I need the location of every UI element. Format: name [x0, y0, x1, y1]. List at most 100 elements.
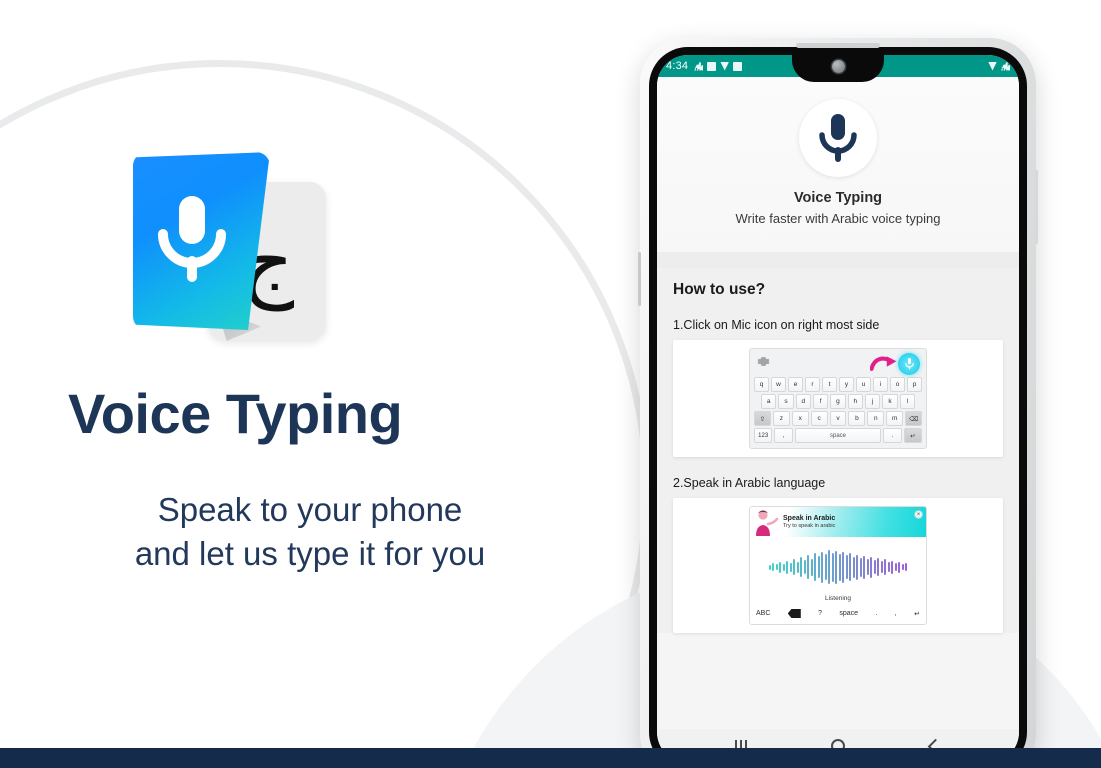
waveform-bar	[796, 561, 799, 573]
key[interactable]: a	[761, 394, 777, 409]
key[interactable]: k	[882, 394, 898, 409]
key[interactable]: e	[788, 377, 803, 392]
key[interactable]: s	[778, 394, 794, 409]
key[interactable]: i	[873, 377, 888, 392]
waveform-bar	[775, 564, 778, 570]
waveform-bar	[831, 552, 834, 582]
page-title: Voice Typing	[68, 382, 403, 445]
key[interactable]: x	[791, 411, 809, 426]
numbers-key[interactable]: 123	[754, 428, 773, 443]
key[interactable]: y	[839, 377, 854, 392]
question-key[interactable]: ?	[818, 610, 822, 617]
how-to-use-title: How to use?	[673, 281, 766, 298]
waveform-bar	[887, 562, 890, 572]
mic-button[interactable]	[799, 99, 877, 177]
waveform-bar	[817, 556, 820, 578]
waveform-bar	[845, 555, 848, 579]
waveform-bar	[884, 559, 887, 575]
step-1-label: 1.Click on Mic icon on right most side	[673, 318, 880, 332]
space-key[interactable]: space	[839, 610, 858, 617]
key[interactable]: z	[772, 411, 790, 426]
sim-icon	[707, 61, 717, 71]
backspace-key[interactable]	[787, 609, 801, 618]
waveform-bar	[779, 561, 782, 573]
period-key[interactable]: .	[883, 428, 902, 443]
key[interactable]: l	[899, 394, 915, 409]
keyboard-mic-button[interactable]	[898, 353, 920, 375]
waveform-bar	[870, 556, 873, 578]
space-key[interactable]: space	[794, 428, 882, 443]
status-bar-left-icons	[694, 61, 743, 71]
key[interactable]: q	[754, 377, 769, 392]
footer-bar	[0, 748, 1101, 768]
page-subtitle-line2: and let us type it for you	[134, 534, 486, 572]
key[interactable]: n	[867, 411, 885, 426]
enter-key[interactable]: ↵	[914, 610, 920, 618]
section-divider	[657, 252, 1019, 268]
front-camera-icon	[831, 60, 845, 73]
keyboard-row-4: 123 , space . ↵	[754, 428, 922, 443]
key[interactable]: c	[810, 411, 828, 426]
key[interactable]: u	[856, 377, 871, 392]
signal-bars-icon	[694, 62, 704, 71]
speak-banner-subtitle: Try to speak in arabic	[783, 523, 836, 529]
waveform-bar	[849, 553, 852, 581]
enter-key[interactable]: ↵	[903, 428, 922, 443]
keyboard-row-3: ⇧ z x c v b n m ⌫	[754, 411, 923, 426]
backspace-key[interactable]: ⌫	[905, 411, 923, 426]
waveform-bar	[814, 553, 817, 581]
microphone-icon	[158, 196, 226, 282]
waveform-bar	[852, 556, 855, 578]
key[interactable]: w	[771, 377, 786, 392]
more-icon	[733, 61, 743, 71]
key[interactable]: j	[864, 394, 881, 409]
waveform-bar	[838, 553, 841, 581]
app-subtitle: Write faster with Arabic voice typing	[735, 211, 941, 226]
key[interactable]: b	[848, 411, 866, 426]
speak-bottom-keys: ABC ? space . , ↵	[750, 602, 926, 624]
abc-key[interactable]: ABC	[756, 610, 770, 617]
waveform-bar	[821, 551, 824, 583]
waveform-bar	[842, 551, 845, 583]
battery-icon	[1001, 62, 1010, 71]
waveform-bar	[772, 563, 775, 571]
step-1-image: q w e r t y u i o p a s d f g h j k l ⇧ …	[673, 340, 1003, 457]
listening-status: Listening	[824, 595, 852, 602]
waveform-bar	[873, 560, 876, 574]
waveform-bar	[901, 564, 904, 570]
key[interactable]: v	[829, 411, 847, 426]
phone-mockup: 4:34 Voice Typing Write faster with Arab…	[638, 38, 1038, 768]
keyboard-toolbar	[754, 353, 922, 375]
comma-key[interactable]: ,	[774, 428, 793, 443]
waveform-bar	[824, 554, 827, 580]
settings-gear-icon[interactable]	[757, 355, 770, 368]
keyboard-row-2: a s d f g h j k l	[754, 394, 922, 409]
key[interactable]: h	[847, 394, 863, 409]
key[interactable]: o	[890, 377, 905, 392]
play-icon	[720, 61, 730, 71]
waveform-bar	[768, 564, 771, 570]
key[interactable]: d	[795, 394, 811, 409]
phone-side-button[interactable]	[638, 252, 641, 306]
app-header: Voice Typing Write faster with Arabic vo…	[657, 77, 1019, 252]
app-icon: ج	[133, 152, 328, 344]
phone-volume-button[interactable]	[1035, 170, 1038, 244]
key[interactable]: t	[822, 377, 837, 392]
comma-key[interactable]: ,	[895, 610, 897, 617]
audio-waveform	[750, 547, 926, 587]
phone-notch	[792, 55, 884, 82]
mic-icon	[904, 358, 914, 370]
waveform-bar	[898, 561, 901, 573]
key[interactable]: p	[907, 377, 922, 392]
key[interactable]: f	[813, 394, 829, 409]
page-subtitle-line1: Speak to your phone	[157, 491, 463, 528]
speak-mock: Speak in Arabic Try to speak in arabic ×…	[749, 506, 927, 625]
shift-key[interactable]: ⇧	[754, 411, 771, 426]
close-icon[interactable]: ×	[914, 510, 923, 519]
keyboard-mock: q w e r t y u i o p a s d f g h j k l ⇧ …	[749, 348, 927, 449]
waveform-bar	[863, 555, 866, 579]
key[interactable]: m	[886, 411, 904, 426]
key[interactable]: r	[805, 377, 820, 392]
period-key[interactable]: .	[875, 610, 877, 617]
key[interactable]: g	[830, 394, 846, 409]
